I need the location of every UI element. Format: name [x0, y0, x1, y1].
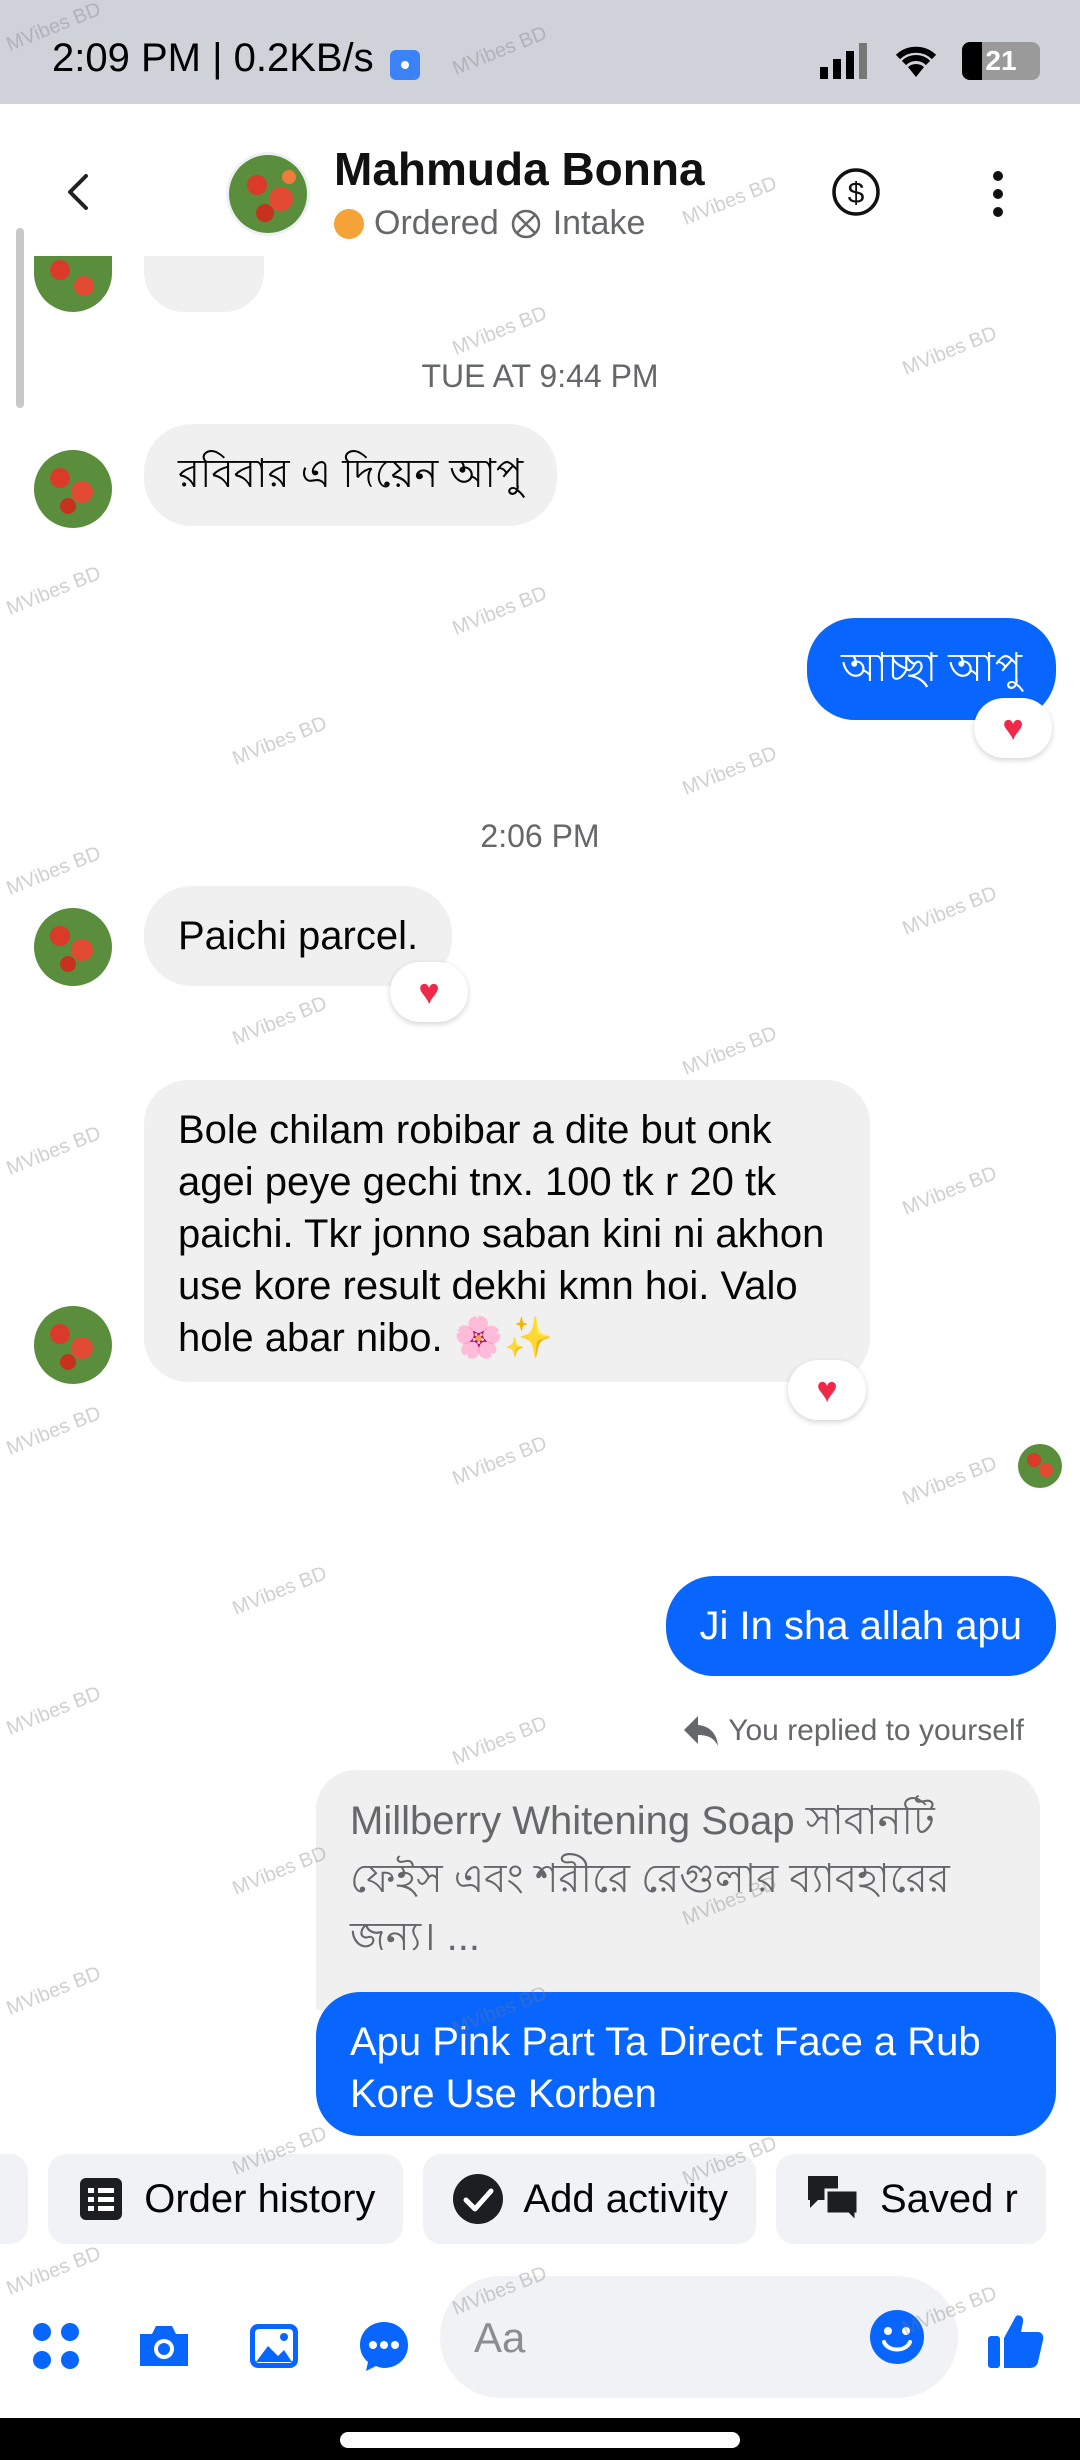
quick-actions: d Order history Add activity Saved r	[0, 2154, 1046, 2244]
wifi-icon	[895, 46, 937, 77]
check-circle-icon	[453, 2174, 504, 2224]
message-bubble[interactable]: রবিবার এ দিয়েন আপু	[144, 424, 558, 526]
chat-header: Mahmuda Bonna Ordered Intake $	[0, 104, 1080, 280]
watermark: MVibes BD	[449, 302, 550, 360]
sender-avatar[interactable]	[34, 908, 112, 986]
svg-text:$: $	[848, 177, 865, 210]
sender-avatar	[34, 256, 112, 312]
watermark: MVibes BD	[3, 1122, 104, 1180]
add-activity-button[interactable]: Add activity	[423, 2154, 756, 2244]
tag-intake: Intake	[552, 204, 646, 242]
watermark: MVibes BD	[3, 562, 104, 620]
back-arrow-icon[interactable]	[52, 164, 108, 220]
watermark: MVibes BD	[229, 1562, 330, 1620]
timestamp: 2:06 PM	[480, 818, 600, 854]
watermark: MVibes BD	[899, 1452, 1000, 1510]
watermark: MVibes BD	[449, 1712, 550, 1770]
watermark: MVibes BD	[229, 712, 330, 770]
message-bubble[interactable]: Bole chilam robibar a dite but onk agei …	[144, 1080, 870, 1382]
gallery-icon[interactable]	[244, 2316, 304, 2376]
contact-name[interactable]: Mahmuda Bonna	[334, 142, 705, 196]
partial-message-bubble	[144, 256, 264, 312]
watermark: MVibes BD	[3, 1962, 104, 2020]
timestamp: TUE AT 9:44 PM	[421, 358, 659, 394]
watermark: MVibes BD	[449, 1432, 550, 1490]
status-bar: 2:09 PM | 0.2KB/s 21	[0, 0, 1080, 104]
dollar-icon[interactable]: $	[828, 164, 884, 220]
sender-avatar[interactable]	[34, 1306, 112, 1384]
heart-reaction-icon[interactable]: ♥	[390, 962, 468, 1022]
watermark: MVibes BD	[3, 1402, 104, 1460]
heart-reaction-icon[interactable]: ♥	[974, 698, 1052, 758]
emoji-icon[interactable]	[868, 2308, 926, 2366]
contact-avatar[interactable]	[226, 152, 310, 236]
camera-icon[interactable]	[134, 2316, 194, 2376]
saved-replies-button[interactable]: Saved r	[775, 2154, 1046, 2244]
thumbs-up-icon[interactable]	[984, 2310, 1046, 2372]
reply-arrow-icon	[684, 1716, 719, 1746]
more-options-icon[interactable]	[978, 166, 1018, 222]
message-input-placeholder: Aa	[474, 2314, 526, 2361]
message-input[interactable]: Aa	[440, 2276, 958, 2398]
quoted-message[interactable]: Millberry Whitening Soap সাবানটি ফেইস এব…	[316, 1770, 1040, 2010]
heart-reaction-icon[interactable]: ♥	[788, 1360, 866, 1420]
reply-label: You replied to yourself	[682, 1714, 1024, 1748]
document-icon	[80, 2178, 123, 2220]
watermark: MVibes BD	[3, 1682, 104, 1740]
watermark: MVibes BD	[899, 1162, 1000, 1220]
watermark: MVibes BD	[679, 1022, 780, 1080]
watermark: MVibes BD	[229, 992, 330, 1050]
chat-options-icon[interactable]	[354, 2316, 414, 2376]
tag-ordered: Ordered	[374, 204, 499, 242]
apps-grid-icon[interactable]	[26, 2316, 86, 2376]
contact-tags: Ordered Intake	[334, 204, 645, 243]
chip-partial[interactable]: d	[0, 2154, 29, 2244]
status-time: 2:09 PM | 0.2KB/s	[52, 36, 374, 80]
sender-avatar[interactable]	[34, 450, 112, 528]
home-indicator[interactable]	[340, 2432, 740, 2448]
hotspot-icon	[390, 50, 420, 80]
watermark: MVibes BD	[899, 882, 1000, 940]
message-bubble-outgoing[interactable]: Apu Pink Part Ta Direct Face a Rub Kore …	[316, 1992, 1056, 2136]
ordered-status-dot	[334, 208, 364, 239]
battery-indicator: 21	[962, 42, 1040, 80]
watermark: MVibes BD	[679, 742, 780, 800]
seen-avatar	[1018, 1444, 1062, 1488]
order-history-button[interactable]: Order history	[48, 2154, 404, 2244]
chat-bubbles-icon	[807, 2176, 860, 2226]
intake-tag-icon	[511, 209, 540, 238]
signal-icon	[820, 43, 867, 79]
watermark: MVibes BD	[449, 582, 550, 640]
message-bubble-outgoing[interactable]: Ji In sha allah apu	[665, 1576, 1056, 1676]
